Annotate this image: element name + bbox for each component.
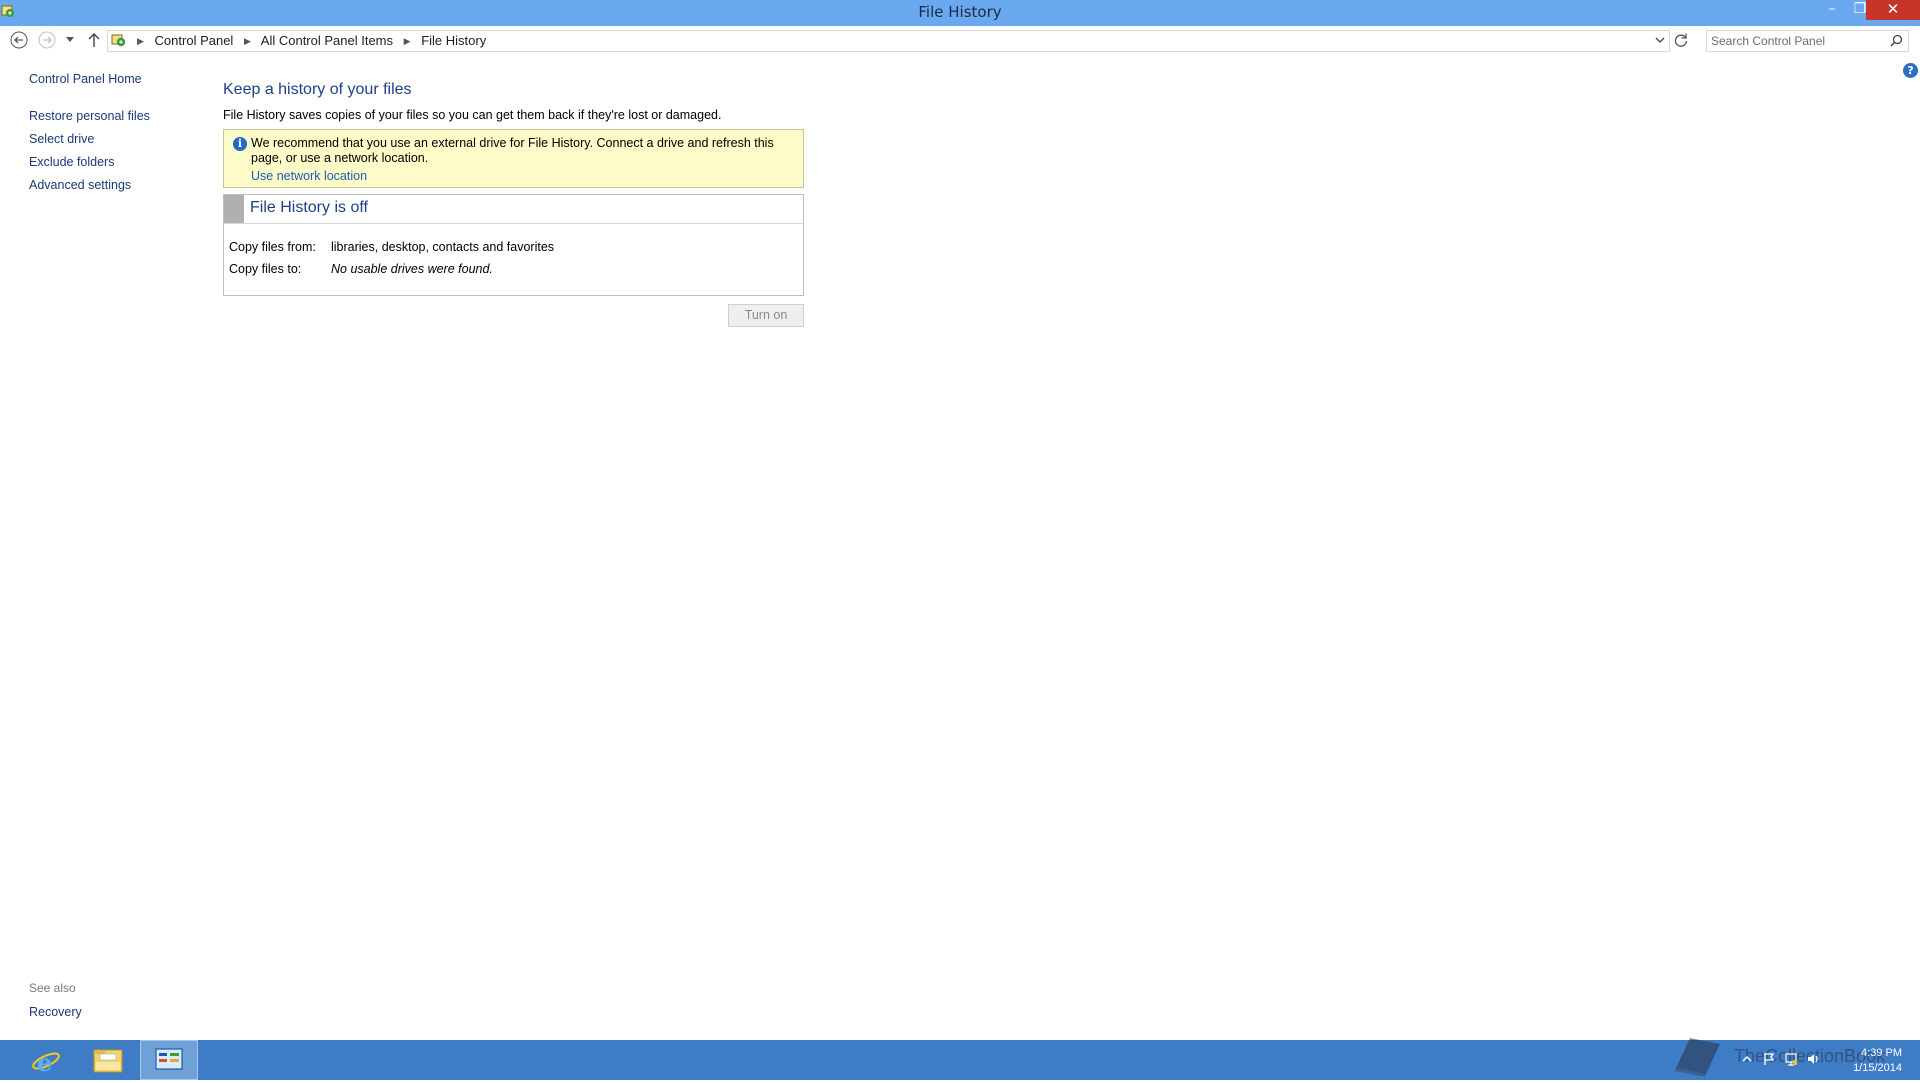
forward-button[interactable]: [37, 30, 57, 50]
taskbar-file-explorer[interactable]: [90, 1040, 126, 1080]
sidebar-item-exclude-folders[interactable]: Exclude folders: [29, 155, 114, 169]
page-title: Keep a history of your files: [223, 81, 412, 98]
recommendation-info-bar: i We recommend that you use an external …: [223, 129, 804, 188]
info-message: We recommend that you use an external dr…: [251, 136, 774, 165]
clock-time: 4:39 PM: [1861, 1047, 1902, 1059]
taskbar-internet-explorer[interactable]: e: [28, 1040, 64, 1080]
breadcrumb-separator-icon[interactable]: ▶: [404, 36, 411, 46]
up-button[interactable]: [84, 30, 104, 50]
chevron-down-icon: [66, 37, 74, 42]
back-arrow-icon: [10, 31, 28, 49]
taskbar-control-panel[interactable]: [140, 1040, 198, 1080]
breadcrumb-control-panel[interactable]: Control Panel: [155, 33, 234, 48]
up-arrow-icon: [88, 33, 100, 47]
help-icon[interactable]: ?: [1903, 63, 1918, 78]
minimize-button[interactable]: –: [1817, 0, 1847, 20]
copy-to-label: Copy files to:: [229, 262, 302, 276]
control-panel-icon: [155, 1048, 183, 1070]
see-also-heading: See also: [29, 981, 76, 995]
file-history-status-panel: File History is off Copy files from: lib…: [223, 194, 804, 296]
sidebar-item-restore-personal-files[interactable]: Restore personal files: [29, 109, 150, 123]
address-box[interactable]: ▶ Control Panel ▶ All Control Panel Item…: [107, 30, 1670, 52]
taskbar: e: [0, 1040, 1920, 1080]
see-also-recovery-link[interactable]: Recovery: [29, 1005, 82, 1019]
title-bar: File History – ❒ ✕: [0, 0, 1920, 26]
page-description: File History saves copies of your files …: [223, 108, 722, 122]
search-icon[interactable]: [1890, 34, 1903, 47]
sidebar-item-select-drive[interactable]: Select drive: [29, 132, 94, 146]
show-hidden-icons-icon[interactable]: [1740, 1052, 1754, 1066]
system-clock[interactable]: 4:39 PM 1/15/2014: [1832, 1046, 1902, 1076]
copy-from-label: Copy files from:: [229, 240, 316, 254]
search-input[interactable]: [1711, 33, 1881, 49]
forward-arrow-icon: [38, 31, 56, 49]
search-box[interactable]: [1706, 30, 1909, 52]
clock-date: 1/15/2014: [1853, 1062, 1902, 1074]
recent-locations-button[interactable]: [64, 30, 76, 50]
close-button[interactable]: ✕: [1866, 0, 1920, 20]
breadcrumb: ▶ Control Panel ▶ All Control Panel Item…: [130, 33, 486, 48]
breadcrumb-all-items[interactable]: All Control Panel Items: [261, 33, 393, 48]
breadcrumb-file-history[interactable]: File History: [421, 33, 486, 48]
svg-text:e: e: [37, 1048, 52, 1077]
copy-to-value: No usable drives were found.: [331, 262, 493, 276]
book-icon: [1675, 1038, 1720, 1077]
use-network-location-link[interactable]: Use network location: [251, 169, 367, 183]
control-panel-location-icon: [111, 34, 126, 47]
action-center-flag-icon[interactable]: [1762, 1052, 1776, 1066]
internet-explorer-icon: e: [32, 1048, 60, 1077]
status-indicator: [224, 195, 244, 223]
control-panel-home-link[interactable]: Control Panel Home: [29, 72, 142, 86]
info-icon: i: [233, 137, 247, 151]
breadcrumb-separator-icon[interactable]: ▶: [244, 36, 251, 46]
breadcrumb-separator-icon[interactable]: ▶: [137, 36, 144, 46]
volume-icon[interactable]: [1806, 1052, 1820, 1066]
sidebar-item-advanced-settings[interactable]: Advanced settings: [29, 178, 131, 192]
navigation-bar: ▶ Control Panel ▶ All Control Panel Item…: [0, 26, 1920, 54]
status-header: File History is off: [224, 195, 803, 224]
refresh-icon[interactable]: [1672, 31, 1690, 49]
folder-icon: [93, 1049, 123, 1073]
status-title: File History is off: [250, 199, 368, 216]
chevron-down-icon[interactable]: [1655, 35, 1665, 45]
network-icon[interactable]: [1784, 1052, 1798, 1066]
window-title: File History: [918, 3, 1002, 21]
back-button[interactable]: [9, 30, 29, 50]
turn-on-button[interactable]: Turn on: [728, 304, 804, 327]
copy-from-value: libraries, desktop, contacts and favorit…: [331, 240, 555, 254]
